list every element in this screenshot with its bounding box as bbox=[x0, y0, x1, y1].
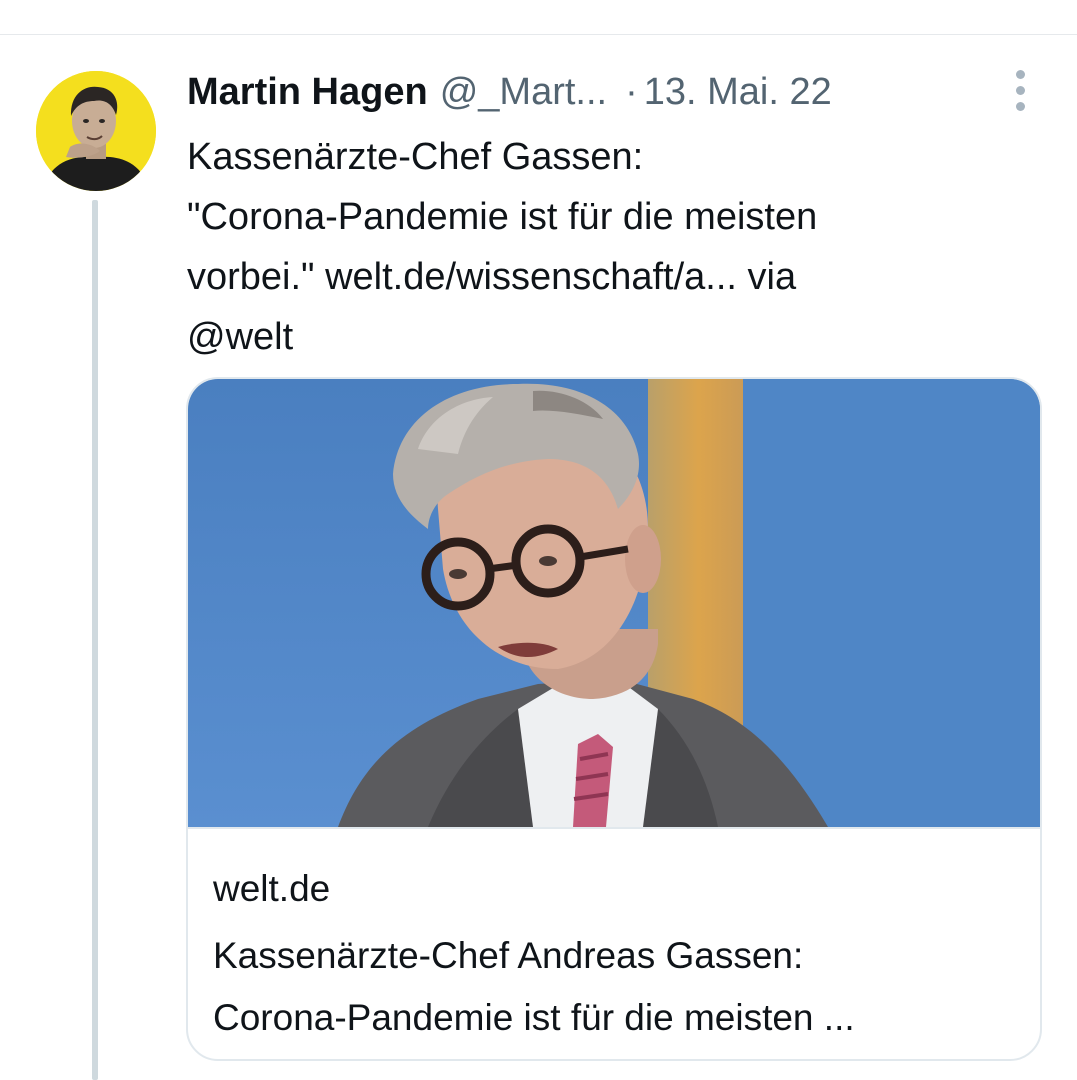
link-preview-details[interactable]: welt.de Kassenärzte-Chef Andreas Gassen:… bbox=[188, 827, 1040, 1059]
thread-connector-line bbox=[92, 200, 98, 1080]
more-dot bbox=[1015, 101, 1025, 111]
link-preview-image[interactable] bbox=[188, 379, 1040, 827]
avatar-portrait bbox=[36, 71, 156, 191]
post-text-line: Kassenärzte-Chef Gassen: bbox=[187, 136, 644, 178]
article-photo bbox=[188, 379, 1040, 827]
post-header: Martin Hagen @_Mart... · 13. Mai. 22 bbox=[187, 66, 832, 118]
post-timestamp[interactable]: 13. Mai. 22 bbox=[644, 66, 832, 118]
card-title-line: Corona-Pandemie ist für die meisten ... bbox=[213, 997, 855, 1038]
card-title: Kassenärzte-Chef Andreas Gassen: Corona-… bbox=[213, 925, 1033, 1049]
more-dot bbox=[1015, 69, 1025, 79]
more-vertical-icon[interactable] bbox=[1000, 66, 1040, 114]
author-name[interactable]: Martin Hagen bbox=[187, 66, 428, 118]
post-view: Martin Hagen @_Mart... · 13. Mai. 22 Kas… bbox=[0, 0, 1077, 1080]
post-text: Kassenärzte-Chef Gassen: "Corona-Pandemi… bbox=[187, 127, 1007, 367]
post-text-line: @welt bbox=[187, 307, 1007, 367]
avatar[interactable] bbox=[36, 71, 156, 191]
card-title-line: Kassenärzte-Chef Andreas Gassen: bbox=[213, 935, 804, 976]
post-text-segment: via bbox=[736, 256, 797, 298]
post-text-line: "Corona-Pandemie ist für die meisten bbox=[187, 196, 818, 238]
post-text-segment: vorbei." bbox=[187, 256, 326, 298]
header-separator: · bbox=[625, 71, 638, 113]
post-text-line: vorbei." welt.de/wissenschaft/a... via bbox=[187, 247, 1007, 307]
article-link[interactable]: welt.de/wissenschaft/a... bbox=[325, 256, 737, 298]
link-preview-card[interactable]: welt.de Kassenärzte-Chef Andreas Gassen:… bbox=[186, 377, 1042, 1061]
card-domain: welt.de bbox=[213, 868, 331, 909]
author-handle[interactable]: @_Mart... bbox=[440, 66, 607, 118]
top-divider bbox=[0, 34, 1077, 35]
mention-link[interactable]: @welt bbox=[187, 316, 293, 358]
more-dot bbox=[1015, 85, 1025, 95]
